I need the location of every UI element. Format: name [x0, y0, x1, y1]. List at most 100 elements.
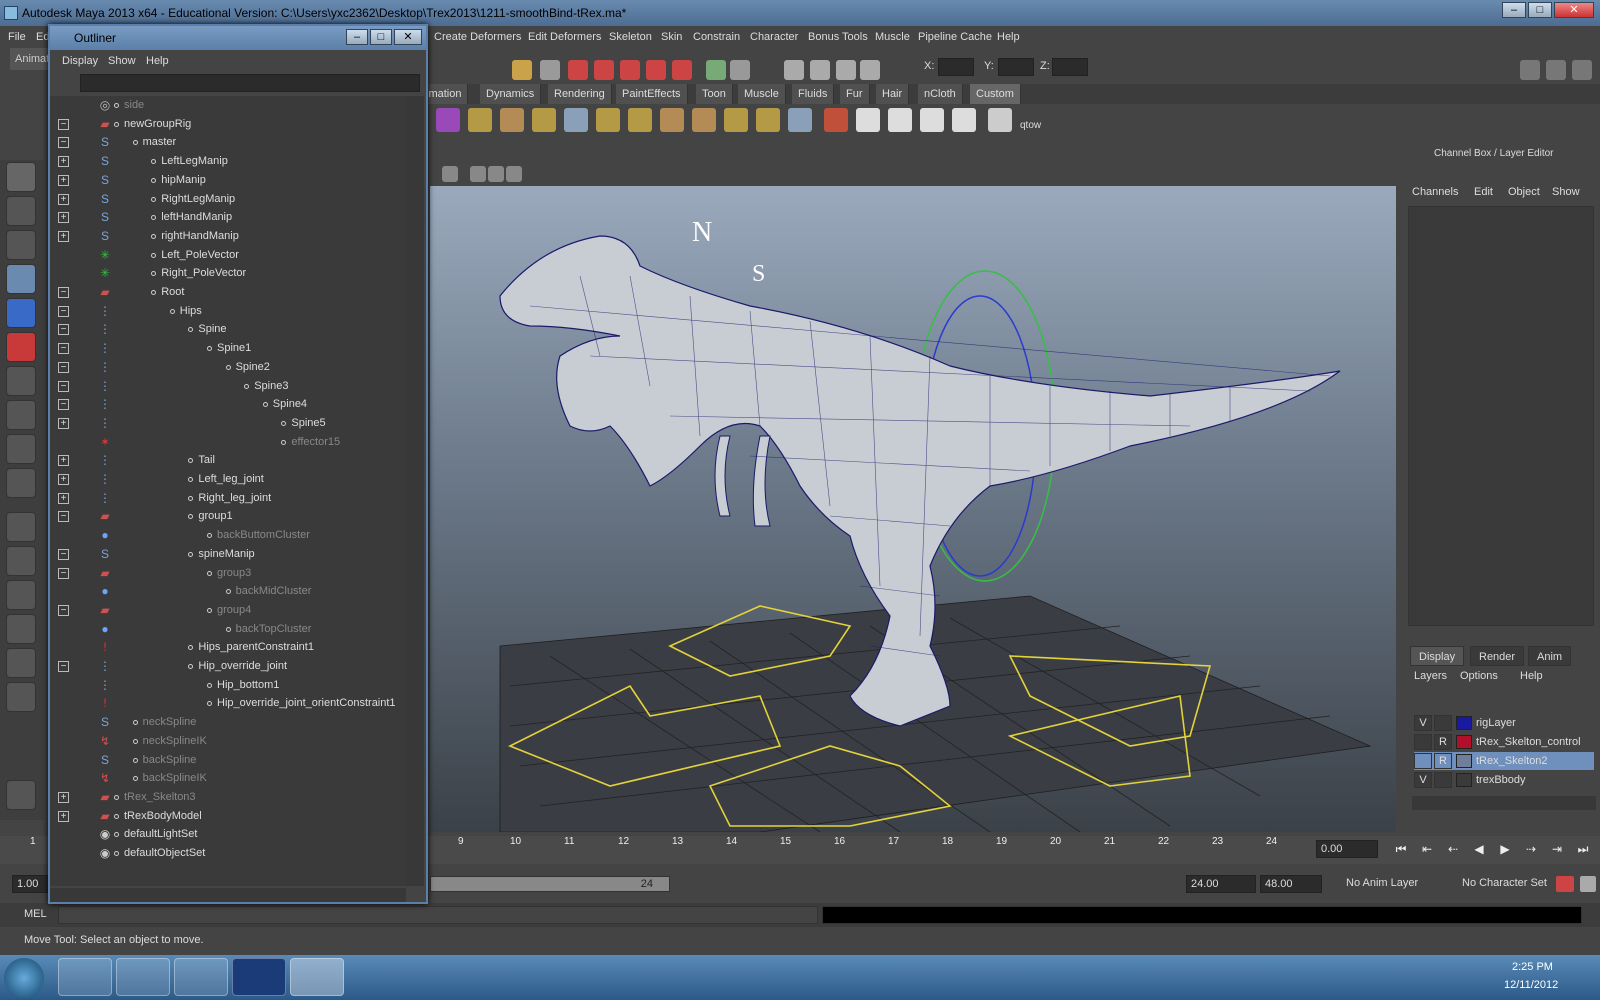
outliner-filter-input[interactable]	[80, 74, 420, 92]
channels-menu[interactable]: Channels	[1412, 186, 1458, 198]
shelf-tool-icon[interactable]	[692, 108, 716, 132]
expand-icon[interactable]: +	[58, 791, 69, 803]
outliner-row[interactable]: ✳ Right_PoleVector	[50, 264, 406, 283]
shelf-tool-icon[interactable]	[564, 108, 588, 132]
outliner-row[interactable]: ! Hips_parentConstraint1	[50, 638, 406, 657]
collapse-icon[interactable]: −	[58, 548, 69, 560]
layer-row-trexbbody[interactable]: V trexBbody	[1414, 771, 1594, 789]
outliner-row[interactable]: − ⋮ Spine3	[50, 377, 406, 396]
show-manip-icon[interactable]	[6, 434, 36, 464]
tab-rendering[interactable]: Rendering	[548, 84, 612, 104]
start-time-field[interactable]: 1.00	[12, 875, 52, 893]
tab-custom[interactable]: Custom	[970, 84, 1021, 104]
collapse-icon[interactable]: −	[58, 287, 69, 298]
menu-set-selector[interactable]: Animat	[10, 48, 50, 70]
outliner-row[interactable]: − ⋮ Spine4	[50, 395, 406, 414]
collapse-icon[interactable]: −	[58, 399, 69, 411]
layer-scrollbar[interactable]	[1412, 796, 1596, 810]
tab-render[interactable]: Render	[1470, 646, 1525, 666]
outliner-row[interactable]: ◉ defaultObjectSet	[50, 844, 406, 863]
show-menu[interactable]: Show	[1552, 186, 1580, 198]
start-button[interactable]	[4, 958, 44, 998]
outliner-help-menu[interactable]: Help	[146, 50, 169, 72]
reference-toggle[interactable]: R	[1434, 734, 1452, 750]
shelf-tool-icon[interactable]	[532, 108, 556, 132]
layout-graph-icon[interactable]	[6, 648, 36, 678]
rotate-tool-icon[interactable]	[6, 298, 36, 328]
shelf-tool-icon[interactable]	[660, 108, 684, 132]
soft-mod-icon[interactable]	[6, 400, 36, 430]
snap-point-icon[interactable]	[620, 60, 640, 80]
last-tool-icon[interactable]	[6, 468, 36, 498]
step-back-button[interactable]: ⇤	[1418, 842, 1436, 858]
menu-character[interactable]: Character	[750, 26, 798, 48]
checker-icon[interactable]	[856, 108, 880, 132]
outliner-row[interactable]: − ⋮ Hip_override_joint	[50, 657, 406, 676]
maximize-button[interactable]: □	[1528, 2, 1552, 18]
shelf-tool-icon[interactable]	[724, 108, 748, 132]
collapse-icon[interactable]: −	[58, 305, 69, 317]
isolate-icon[interactable]	[506, 166, 522, 182]
outliner-row[interactable]: + ⋮ Right_leg_joint	[50, 489, 406, 508]
shelf-tool-icon[interactable]	[788, 108, 812, 132]
photoshop-taskbar-icon[interactable]	[232, 958, 286, 996]
manipulator-icon[interactable]	[6, 366, 36, 396]
layout-outliner-icon[interactable]	[6, 614, 36, 644]
play-backward-button[interactable]: ◀	[1470, 842, 1488, 858]
tab-toon[interactable]: Toon	[696, 84, 733, 104]
snap-grid-icon[interactable]	[568, 60, 588, 80]
collapse-icon[interactable]: −	[58, 361, 69, 373]
end-time-field[interactable]: 24.00	[1186, 875, 1256, 893]
snap-live-icon[interactable]	[672, 60, 692, 80]
outliner-row[interactable]: ⋮ Hip_bottom1	[50, 676, 406, 695]
step-forward-button[interactable]: ⇥	[1548, 842, 1566, 858]
snap-plane-icon[interactable]	[646, 60, 666, 80]
layer-color-swatch[interactable]	[1456, 716, 1472, 730]
auto-key-icon[interactable]	[1556, 876, 1574, 892]
explorer-taskbar-icon[interactable]	[116, 958, 170, 996]
expand-icon[interactable]: +	[58, 156, 69, 168]
layer-row-skelton2[interactable]: R tRex_Skelton2	[1414, 752, 1594, 770]
outliner-row[interactable]: + S RightLegManip	[50, 190, 406, 209]
menu-skeleton[interactable]: Skeleton	[609, 26, 652, 48]
render-settings-icon[interactable]	[836, 60, 856, 80]
checker-icon[interactable]	[888, 108, 912, 132]
next-key-button[interactable]: ⇢	[1522, 842, 1540, 858]
menu-pipeline-cache[interactable]: Pipeline Cache	[918, 26, 992, 48]
checker-icon[interactable]	[952, 108, 976, 132]
ie-taskbar-icon[interactable]	[58, 958, 112, 996]
outliner-row[interactable]: ✶ effector15	[50, 433, 406, 452]
outliner-row[interactable]: + ▰ tRexBodyModel	[50, 807, 406, 826]
outliner-row[interactable]: ↯ neckSplineIK	[50, 732, 406, 751]
shelf-tool-icon[interactable]	[756, 108, 780, 132]
menu-skin[interactable]: Skin	[661, 26, 682, 48]
layer-row-riglayer[interactable]: V rigLayer	[1414, 714, 1594, 732]
menu-edit-deformers[interactable]: Edit Deformers	[528, 26, 601, 48]
outliner-row[interactable]: + ⋮ Left_leg_joint	[50, 470, 406, 489]
range-slider[interactable]: 24	[430, 876, 670, 892]
expand-icon[interactable]: +	[58, 492, 69, 504]
outliner-row[interactable]: + ShipManip	[50, 171, 406, 190]
outliner-row[interactable]: − ⋮ Hips	[50, 302, 406, 321]
outliner-title-bar[interactable]: Outliner – □ ✕	[50, 26, 426, 50]
outliner-maximize-button[interactable]: □	[370, 29, 392, 45]
mel-label[interactable]: MEL	[24, 908, 47, 920]
outliner-close-button[interactable]: ✕	[394, 29, 422, 45]
tab-hair[interactable]: Hair	[876, 84, 910, 104]
expand-icon[interactable]: +	[58, 417, 69, 429]
x-field[interactable]	[938, 58, 974, 76]
reference-toggle[interactable]: R	[1434, 753, 1452, 769]
collapse-icon[interactable]: −	[58, 118, 69, 130]
object-menu[interactable]: Object	[1508, 186, 1540, 198]
paint-select-icon[interactable]	[6, 230, 36, 260]
tab-painteffects[interactable]: PaintEffects	[616, 84, 688, 104]
go-to-end-button[interactable]: ⏭	[1574, 842, 1592, 858]
shelf-tool-icon[interactable]	[500, 108, 524, 132]
outliner-row[interactable]: − ▰ Root	[50, 283, 406, 302]
outliner-row[interactable]: − ⋮ Spine1	[50, 339, 406, 358]
outliner-row[interactable]: + ⋮ Tail	[50, 451, 406, 470]
layout-four-icon[interactable]	[6, 546, 36, 576]
visibility-toggle[interactable]	[1414, 753, 1432, 769]
visibility-toggle[interactable]: V	[1414, 772, 1432, 788]
hypershade-icon[interactable]	[860, 60, 880, 80]
